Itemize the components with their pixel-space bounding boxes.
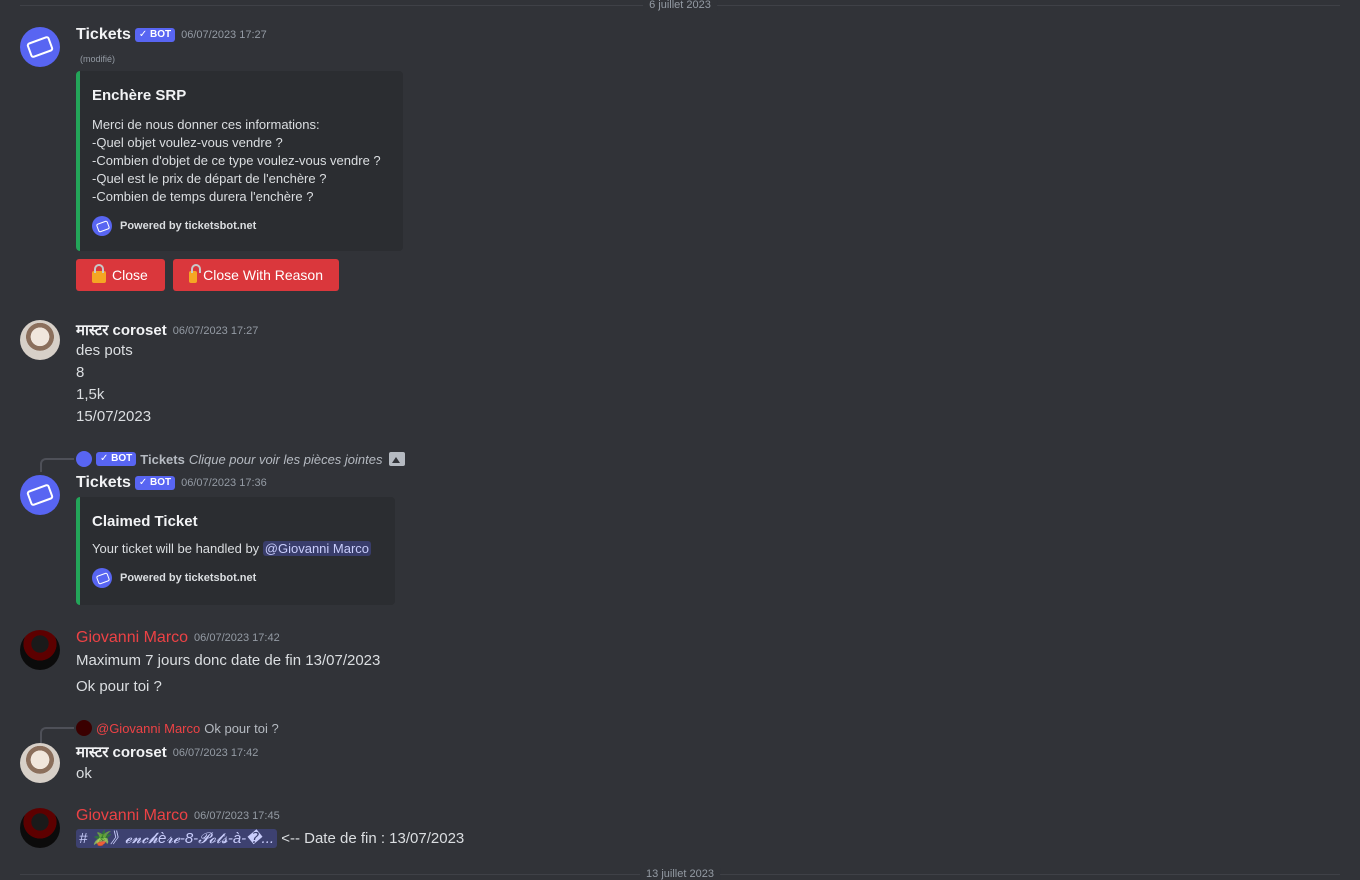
- date-divider-label: 13 juillet 2023: [640, 868, 720, 880]
- message-header: मास्टर coroset 06/07/2023 17:42: [76, 742, 258, 762]
- timestamp: 06/07/2023 17:27: [172, 324, 259, 337]
- timestamp: 06/07/2023 17:42: [194, 631, 280, 644]
- message-line: 1,5k: [76, 386, 105, 403]
- embed-line: -Quel est le prix de départ de l'enchère…: [92, 171, 327, 186]
- author-name[interactable]: मास्टर coroset: [76, 322, 167, 339]
- author-name[interactable]: Tickets: [76, 474, 131, 491]
- message-header: Giovanni Marco 06/07/2023 17:42: [76, 629, 280, 647]
- ticket-icon: [25, 483, 55, 507]
- close-with-reason-label: Close With Reason: [203, 267, 323, 283]
- message-body: des pots 8 1,5k 15/07/2023: [76, 340, 151, 428]
- reply-text: Clique pour voir les pièces jointes: [188, 451, 383, 467]
- lock-icon: [92, 264, 106, 283]
- message-line: 8: [76, 364, 85, 381]
- author-name[interactable]: Tickets: [76, 26, 131, 43]
- reply-connector: [40, 727, 74, 743]
- message-line: des pots: [76, 342, 133, 359]
- tickets-avatar[interactable]: [20, 27, 60, 67]
- author-name[interactable]: मास्टर coroset: [76, 744, 167, 761]
- embed-footer: Powered by ticketsbot.net: [92, 568, 379, 588]
- embed-footer: Powered by ticketsbot.net: [92, 216, 387, 236]
- embed-desc-text: Your ticket will be handled by: [92, 541, 263, 556]
- message-header: Tickets ✓ BOT 06/07/2023 17:36: [76, 474, 267, 492]
- reply-connector: [40, 458, 74, 472]
- embed-enchere: Enchère SRP Merci de nous donner ces inf…: [76, 71, 403, 251]
- master-coroset-avatar[interactable]: [20, 320, 60, 360]
- message-header: मास्टर coroset 06/07/2023 17:27: [76, 320, 258, 340]
- embed-line: -Combien de temps durera l'enchère ?: [92, 189, 314, 204]
- message-header: Tickets ✓ BOT 06/07/2023 17:27: [76, 26, 267, 44]
- message-line: Maximum 7 jours donc date de fin 13/07/2…: [76, 652, 381, 669]
- reply-author: Tickets: [140, 451, 185, 467]
- embed-line: Merci de nous donner ces informations:: [92, 117, 320, 132]
- embed-line: -Combien d'objet de ce type voulez-vous …: [92, 153, 381, 168]
- timestamp: 06/07/2023 17:42: [172, 746, 259, 759]
- giovanni-avatar[interactable]: [20, 808, 60, 848]
- message-line: ok: [76, 765, 92, 782]
- reply-text: Ok pour toi ?: [204, 720, 279, 736]
- user-mention[interactable]: @Giovanni Marco: [262, 541, 372, 556]
- embed-description: Your ticket will be handled by @Giovanni…: [92, 540, 379, 558]
- message-line: Ok pour toi ?: [76, 678, 162, 695]
- date-divider-label: 6 juillet 2023: [643, 0, 717, 11]
- embed-line: -Quel objet voulez-vous vendre ?: [92, 135, 283, 150]
- reply-preview[interactable]: ✓ BOT Tickets Clique pour voir les pièce…: [76, 451, 405, 467]
- embed-footer-text: Powered by ticketsbot.net: [120, 572, 257, 584]
- bot-tag: ✓ BOT: [134, 475, 176, 490]
- close-button-label: Close: [112, 267, 148, 283]
- lock-icon: [189, 264, 202, 283]
- timestamp: 06/07/2023 17:36: [181, 476, 267, 489]
- author-name[interactable]: Giovanni Marco: [76, 629, 188, 646]
- date-divider-bottom: 13 juillet 2023: [20, 868, 1340, 880]
- channel-mention[interactable]: # 🪴》𝓮𝓷𝓬𝓱è𝓻𝓮-8-𝓟𝓸𝓽𝓼-à-�...: [76, 829, 278, 848]
- timestamp: 06/07/2023 17:27: [181, 28, 267, 41]
- giovanni-avatar[interactable]: [20, 630, 60, 670]
- embed-title: Claimed Ticket: [92, 513, 198, 530]
- ticketsbot-icon: [92, 216, 112, 236]
- ticket-icon: [25, 35, 55, 59]
- edited-label: (modifié): [80, 54, 116, 64]
- reply-avatar: [76, 720, 92, 736]
- master-coroset-avatar[interactable]: [20, 743, 60, 783]
- reply-avatar: [76, 451, 92, 467]
- image-icon: [388, 452, 405, 466]
- message-text: <-- Date de fin : 13/07/2023: [277, 830, 465, 847]
- message-body: # 🪴》𝓮𝓷𝓬𝓱è𝓻𝓮-8-𝓟𝓸𝓽𝓼-à-�... <-- Date de fi…: [76, 828, 464, 850]
- embed-footer-text: Powered by ticketsbot.net: [120, 220, 257, 232]
- tickets-avatar[interactable]: [20, 475, 60, 515]
- date-divider-top: 6 juillet 2023: [20, 0, 1340, 11]
- bot-tag: ✓ BOT: [134, 27, 176, 42]
- timestamp: 06/07/2023 17:45: [194, 809, 280, 822]
- message-header: Giovanni Marco 06/07/2023 17:45: [76, 807, 280, 825]
- embed-claimed: Claimed Ticket Your ticket will be handl…: [76, 497, 395, 605]
- message-line: 15/07/2023: [76, 408, 152, 425]
- reply-author: @Giovanni Marco: [96, 720, 201, 736]
- close-button[interactable]: Close: [76, 259, 165, 291]
- close-with-reason-button[interactable]: Close With Reason: [173, 259, 339, 291]
- ticketsbot-icon: [92, 568, 112, 588]
- embed-title: Enchère SRP: [92, 87, 187, 104]
- bot-tag: ✓ BOT: [96, 452, 137, 466]
- author-name[interactable]: Giovanni Marco: [76, 807, 188, 824]
- reply-preview[interactable]: @Giovanni Marco Ok pour toi ?: [76, 720, 279, 736]
